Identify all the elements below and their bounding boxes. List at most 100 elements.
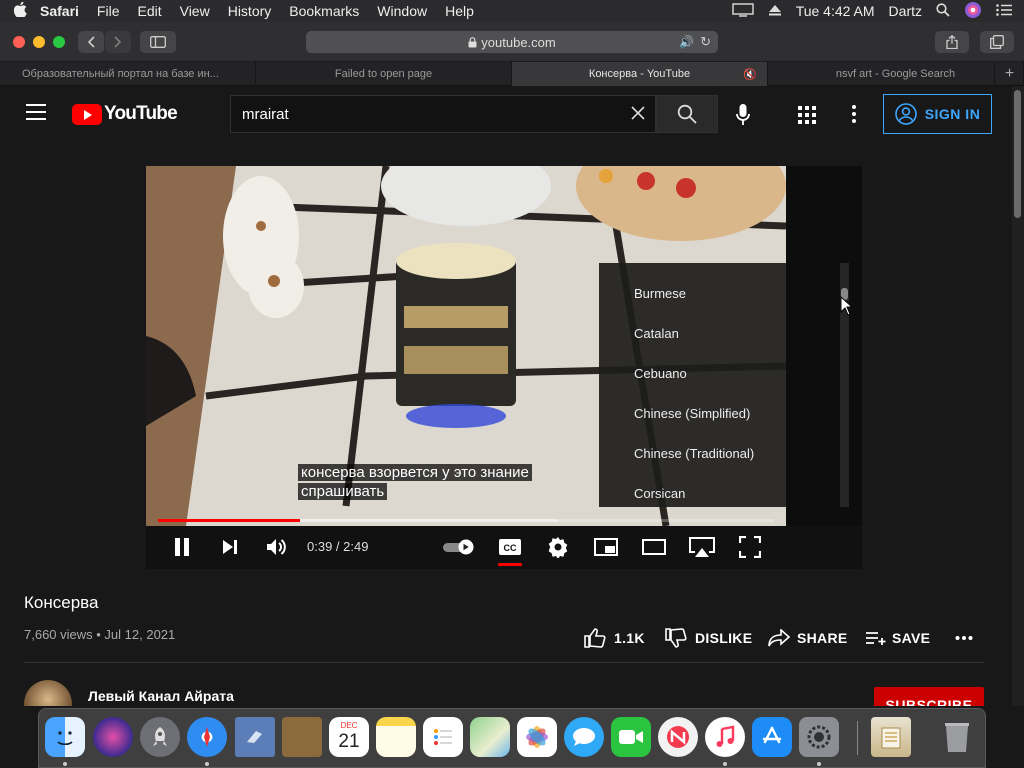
apple-menu-icon[interactable] — [0, 1, 40, 21]
menubar-user[interactable]: Dartz — [889, 3, 922, 19]
language-option-burmese[interactable]: Burmese — [599, 273, 786, 313]
language-option-chinese-simplified[interactable]: Chinese (Simplified) — [599, 393, 786, 433]
back-button[interactable] — [78, 31, 104, 53]
player-controls: 0:39 / 2:49 CC — [146, 526, 862, 569]
airplay-button[interactable] — [688, 535, 716, 559]
tab-youtube-active[interactable]: Консерва - YouTube 🔇 — [512, 62, 768, 86]
menu-view[interactable]: View — [180, 3, 210, 19]
notebook-app-icon[interactable] — [282, 717, 322, 757]
music-icon[interactable] — [705, 717, 745, 757]
dislike-button[interactable]: DISLIKE — [665, 627, 752, 649]
page-scrollbar[interactable] — [1012, 86, 1024, 706]
next-button[interactable] — [218, 535, 242, 559]
eject-icon[interactable] — [768, 3, 782, 19]
sidebar-toggle-button[interactable] — [140, 31, 176, 53]
video-frame[interactable]: консерва взорвется у это знание спрашива… — [146, 166, 786, 526]
search-input[interactable] — [231, 96, 591, 132]
siri-dock-icon[interactable] — [93, 717, 133, 757]
audio-playing-icon[interactable]: 🔊 — [679, 35, 694, 49]
finder-icon[interactable] — [45, 717, 85, 757]
tab-google-search[interactable]: nsvf art - Google Search — [768, 62, 1024, 86]
tab-educational-portal[interactable]: Образовательный портал на базе ин... — [0, 62, 256, 86]
subscribe-button[interactable]: SUBSCRIBE — [874, 687, 984, 706]
fullscreen-button[interactable] — [738, 535, 762, 559]
new-tab-button[interactable]: + — [994, 62, 1024, 86]
progress-bar[interactable] — [158, 519, 774, 522]
video-player[interactable]: консерва взорвется у это знание спрашива… — [146, 166, 862, 569]
sidebar-icon — [150, 36, 166, 48]
time-display: 0:39 / 2:49 — [307, 539, 369, 554]
like-button[interactable]: 1.1K — [584, 627, 645, 649]
siri-icon[interactable] — [964, 1, 982, 22]
theater-mode-button[interactable] — [642, 535, 666, 559]
sign-in-button[interactable]: SIGN IN — [883, 94, 992, 134]
language-option-chinese-traditional[interactable]: Chinese (Traditional) — [599, 433, 786, 473]
app-store-icon[interactable] — [752, 717, 792, 757]
calendar-icon[interactable]: DEC 21 — [329, 717, 369, 757]
menubar-clock[interactable]: Tue 4:42 AM — [796, 3, 875, 19]
maps-icon[interactable] — [470, 717, 510, 757]
clear-search-icon[interactable] — [631, 103, 645, 126]
address-bar[interactable]: youtube.com 🔊 ↻ — [306, 31, 718, 53]
language-option-catalan[interactable]: Catalan — [599, 313, 786, 353]
reminders-icon[interactable] — [423, 717, 463, 757]
pause-button[interactable] — [170, 535, 194, 559]
youtube-wordmark: YouTube — [104, 103, 178, 124]
settings-button[interactable] — [546, 535, 570, 559]
finder-running-dot — [63, 762, 67, 766]
menu-file[interactable]: File — [97, 3, 120, 19]
autoplay-toggle[interactable] — [442, 535, 476, 559]
youtube-page: YouTube SIGN IN — [0, 86, 1024, 706]
launchpad-icon[interactable] — [140, 717, 180, 757]
menu-bookmarks[interactable]: Bookmarks — [289, 3, 359, 19]
channel-avatar[interactable] — [24, 680, 72, 706]
menu-edit[interactable]: Edit — [137, 3, 161, 19]
page-scroll-thumb[interactable] — [1014, 90, 1021, 218]
youtube-logo[interactable]: YouTube — [72, 103, 178, 125]
spotlight-search-icon[interactable] — [936, 2, 950, 20]
trash-icon[interactable] — [937, 717, 977, 757]
captions-button[interactable]: CC — [498, 535, 522, 559]
more-actions-button[interactable] — [955, 627, 973, 649]
display-mirror-icon[interactable] — [731, 2, 754, 20]
facetime-icon[interactable] — [611, 717, 651, 757]
menu-safari[interactable]: Safari — [40, 3, 79, 19]
minimize-window-button[interactable] — [33, 36, 45, 48]
save-button[interactable]: SAVE — [865, 627, 930, 649]
reload-icon[interactable]: ↻ — [700, 34, 711, 50]
youtube-apps-icon[interactable] — [798, 106, 816, 124]
system-preferences-icon[interactable] — [799, 717, 839, 757]
miniplayer-button[interactable] — [594, 535, 618, 559]
mail-stamp-icon[interactable] — [235, 717, 275, 757]
close-window-button[interactable] — [13, 36, 25, 48]
menu-window[interactable]: Window — [377, 3, 427, 19]
documents-stack-icon[interactable] — [871, 717, 911, 757]
notification-center-icon[interactable] — [996, 3, 1012, 19]
messages-icon[interactable] — [564, 717, 604, 757]
forward-button[interactable] — [105, 31, 131, 53]
search-button[interactable] — [656, 95, 718, 133]
volume-button[interactable] — [265, 535, 289, 559]
svg-text:CC: CC — [504, 543, 517, 553]
language-option-cebuano[interactable]: Cebuano — [599, 353, 786, 393]
menu-hamburger-icon[interactable] — [26, 104, 46, 120]
settings-more-icon[interactable] — [852, 105, 856, 126]
channel-name[interactable]: Левый Канал Айрата — [88, 688, 234, 704]
tab-mute-icon[interactable]: 🔇 — [743, 68, 757, 81]
tabs-icon — [990, 35, 1004, 49]
tab-failed-page[interactable]: Failed to open page — [256, 62, 512, 86]
system-preferences-running-dot — [817, 762, 821, 766]
share-toolbar-button[interactable] — [935, 31, 969, 53]
photos-icon[interactable] — [517, 717, 557, 757]
menu-help[interactable]: Help — [445, 3, 474, 19]
safari-dock-icon[interactable] — [187, 717, 227, 757]
menu-history[interactable]: History — [228, 3, 272, 19]
tab-overview-button[interactable] — [980, 31, 1014, 53]
share-button[interactable]: SHARE — [768, 627, 848, 649]
notes-icon[interactable] — [376, 717, 416, 757]
music-running-dot — [723, 762, 727, 766]
language-option-corsican[interactable]: Corsican — [599, 473, 786, 507]
news-icon[interactable] — [658, 717, 698, 757]
voice-search-icon[interactable] — [736, 104, 750, 131]
zoom-window-button[interactable] — [53, 36, 65, 48]
